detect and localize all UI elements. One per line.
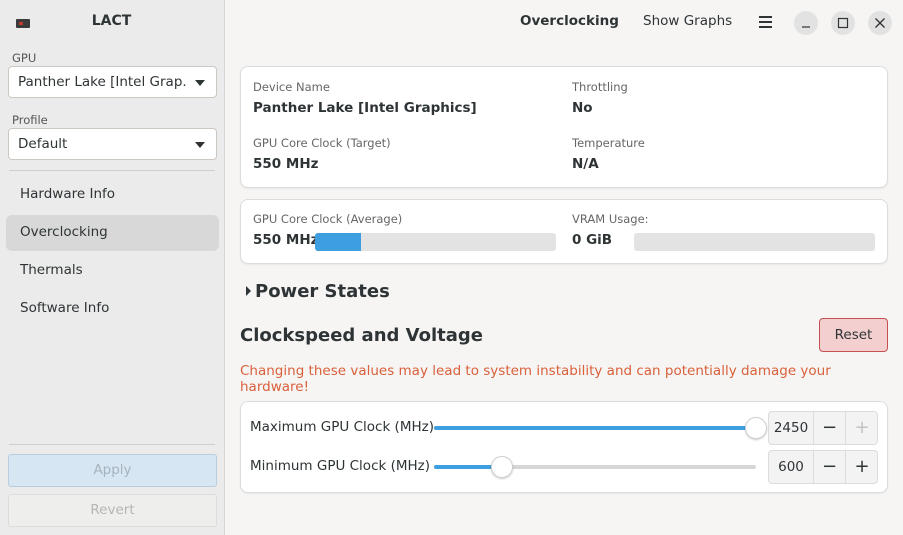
profile-dropdown[interactable]: Default — [8, 128, 217, 160]
max-clock-slider-handle[interactable] — [745, 417, 767, 439]
sidebar: LACT GPU Panther Lake [Intel Grap... Pro… — [0, 0, 225, 535]
device-name-value: Panther Lake [Intel Graphics] — [253, 100, 477, 116]
revert-button[interactable]: Revert — [8, 494, 217, 527]
reset-button[interactable]: Reset — [819, 318, 888, 352]
sidebar-item-hardware-info[interactable]: Hardware Info — [6, 177, 219, 213]
profile-dropdown-value: Default — [18, 136, 68, 152]
max-clock-slider[interactable] — [434, 417, 767, 439]
tab-show-graphs[interactable]: Show Graphs — [643, 13, 732, 29]
core-clock-usage-bar — [315, 233, 556, 251]
close-button[interactable] — [868, 11, 892, 35]
usage-card — [240, 199, 888, 264]
min-clock-spinbutton[interactable]: 600 − + — [768, 450, 878, 484]
minimize-icon — [802, 26, 810, 28]
chevron-right-icon[interactable] — [246, 286, 251, 296]
sidebar-item-software-info[interactable]: Software Info — [6, 291, 219, 327]
min-clock-slider[interactable] — [434, 456, 756, 478]
sidebar-item-label: Overclocking — [20, 224, 108, 240]
max-clock-decrease-button[interactable]: − — [814, 412, 846, 444]
sidebar-item-label: Hardware Info — [20, 186, 116, 202]
gpu-dropdown-value: Panther Lake [Intel Grap... — [18, 74, 188, 90]
profile-label: Profile — [12, 113, 48, 127]
app-header: LACT — [0, 0, 225, 44]
min-clock-increase-button[interactable]: + — [846, 451, 878, 483]
min-clock-label: Minimum GPU Clock (MHz) — [250, 458, 431, 474]
sidebar-divider — [9, 170, 215, 171]
temperature-value: N/A — [572, 156, 599, 172]
temperature-label: Temperature — [572, 136, 645, 150]
min-clock-slider-handle[interactable] — [490, 456, 513, 478]
apply-button[interactable]: Apply — [8, 454, 217, 487]
chevron-down-icon — [195, 142, 205, 148]
close-icon — [875, 18, 885, 28]
core-clock-usage-fill — [315, 233, 361, 251]
min-clock-value[interactable]: 600 — [769, 451, 814, 483]
device-info-card — [240, 66, 888, 188]
vram-usage-bar — [634, 233, 875, 251]
tab-overclocking[interactable]: Overclocking — [520, 13, 619, 29]
vram-value: 0 GiB — [572, 232, 613, 248]
max-clock-label: Maximum GPU Clock (MHz) — [250, 419, 434, 435]
maximize-icon — [837, 17, 849, 29]
gpu-label: GPU — [12, 51, 37, 65]
warning-text: Changing these values may lead to system… — [240, 363, 831, 395]
app-title: LACT — [91, 13, 132, 29]
chevron-down-icon — [195, 80, 205, 86]
max-clock-value[interactable]: 2450 — [769, 412, 814, 444]
hamburger-menu-icon[interactable] — [759, 16, 772, 28]
max-clock-increase-button[interactable]: + — [846, 412, 878, 444]
throttling-label: Throttling — [572, 80, 628, 94]
throttling-value: No — [572, 100, 593, 116]
core-clock-target-label: GPU Core Clock (Target) — [253, 136, 391, 150]
device-name-label: Device Name — [253, 80, 330, 94]
core-clock-avg-label: GPU Core Clock (Average) — [253, 212, 403, 226]
sidebar-item-overclocking[interactable]: Overclocking — [6, 215, 219, 251]
max-clock-slider-fill — [434, 426, 756, 430]
max-clock-spinbutton[interactable]: 2450 − + — [768, 411, 878, 445]
power-states-expander[interactable]: Power States — [255, 281, 390, 302]
sidebar-divider — [9, 444, 215, 445]
vram-label: VRAM Usage: — [572, 212, 649, 226]
sidebar-item-thermals[interactable]: Thermals — [6, 253, 219, 289]
core-clock-target-value: 550 MHz — [253, 156, 319, 172]
gpu-dropdown[interactable]: Panther Lake [Intel Grap... — [8, 66, 217, 98]
minimize-button[interactable] — [794, 11, 818, 35]
min-clock-decrease-button[interactable]: − — [814, 451, 846, 483]
maximize-button[interactable] — [831, 11, 855, 35]
clockspeed-title: Clockspeed and Voltage — [240, 325, 483, 346]
sidebar-item-label: Thermals — [20, 262, 83, 278]
sidebar-item-label: Software Info — [20, 300, 110, 316]
core-clock-avg-value: 550 MHz — [253, 232, 319, 248]
